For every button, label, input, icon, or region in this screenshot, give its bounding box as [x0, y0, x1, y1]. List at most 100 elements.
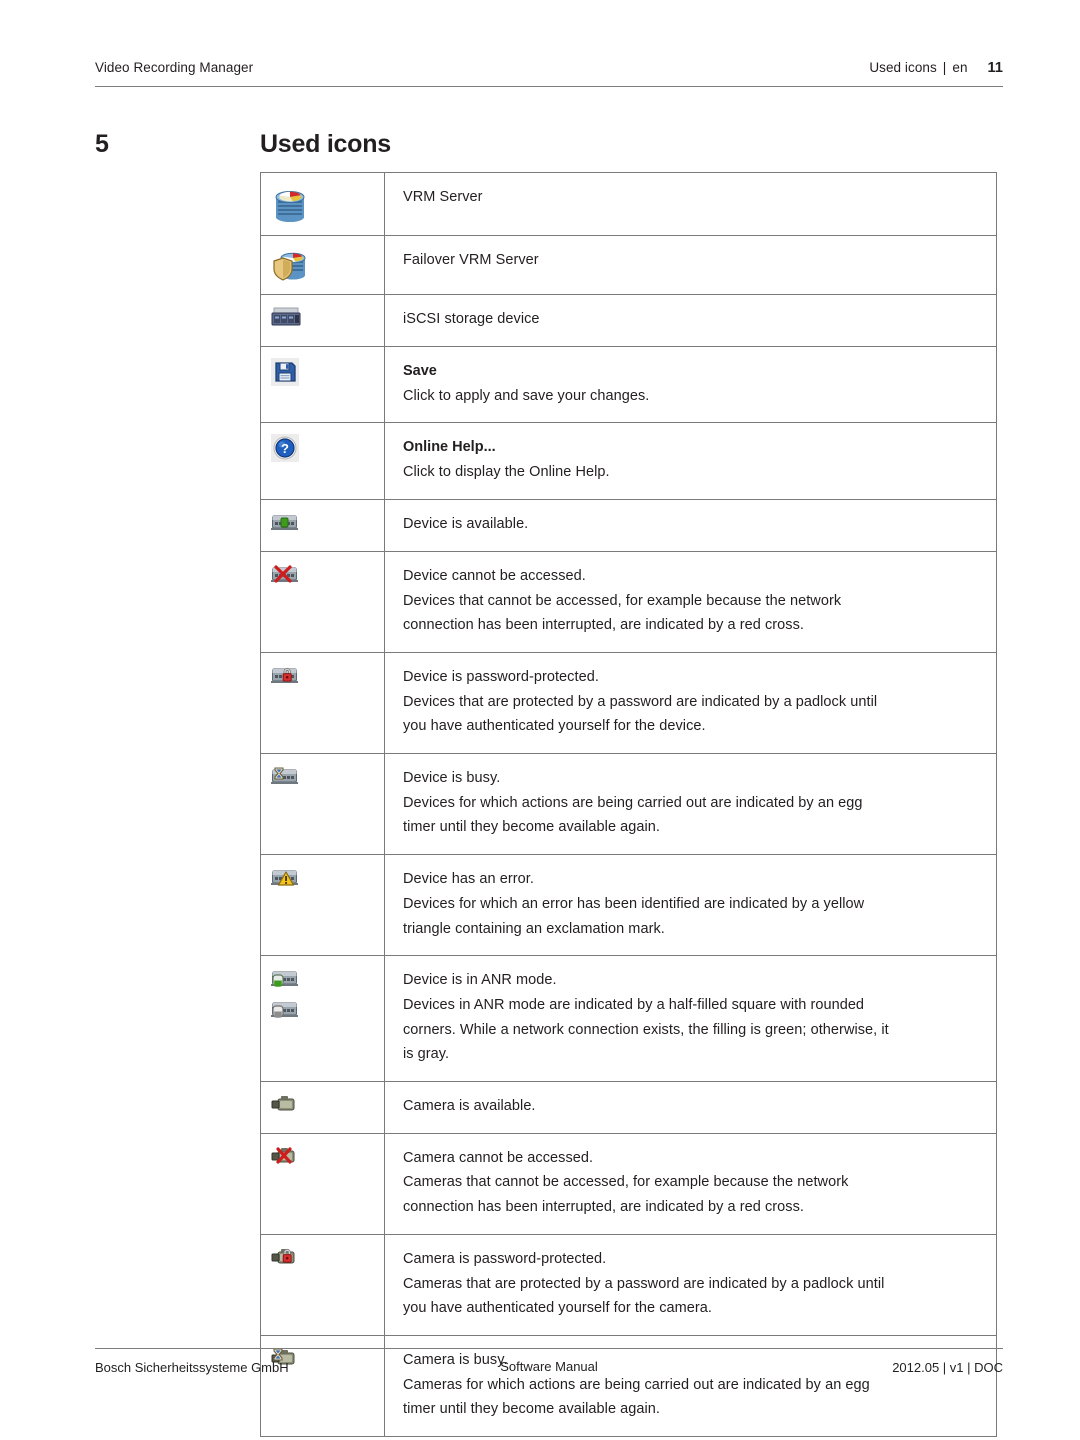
- icon-description-line: iSCSI storage device: [403, 311, 540, 327]
- footer-company: Bosch Sicherheitssysteme GmbH: [95, 1360, 289, 1375]
- icon-description-line: Devices for which actions are being carr…: [403, 794, 863, 811]
- used-icons-table-body: VRM Server Failover VRM Server iSCSI stora…: [260, 172, 997, 1438]
- table-row: Failover VRM Server: [260, 235, 997, 295]
- header-row: Video Recording Manager Used icons | en …: [95, 60, 1003, 86]
- footer-row: Bosch Sicherheitssysteme GmbH Software M…: [95, 1349, 1003, 1375]
- icon-description-line: Camera is available.: [403, 1098, 536, 1115]
- header-divider: [95, 86, 1003, 87]
- page-footer: Bosch Sicherheitssysteme GmbH Software M…: [95, 1348, 1003, 1375]
- page-title: 5 Used icons: [95, 130, 1003, 159]
- icon-description-line: Devices that are protected by a password…: [403, 693, 878, 710]
- svg-text:?: ?: [281, 442, 289, 457]
- icon-description-line: Devices for which an error has been iden…: [403, 895, 865, 912]
- icon-description-line: triangle containing an exclamation mark.: [403, 920, 665, 937]
- icon-stack: [271, 765, 384, 787]
- icon-stack: [271, 1145, 384, 1167]
- icon-description-line: connection has been interrupted, are ind…: [403, 617, 804, 634]
- icon-cell: [260, 235, 385, 295]
- icon-description-line: is gray.: [403, 1046, 450, 1063]
- icon-description-line: connection has been interrupted, are ind…: [403, 1199, 804, 1216]
- icon-description-line: corners. While a network connection exis…: [403, 1021, 889, 1038]
- description-cell: Device has an error. Devices for which an…: [384, 854, 997, 957]
- used-icons-table: VRM Server Failover VRM Server iSCSI stora…: [260, 172, 997, 1438]
- icon-cell: [260, 854, 385, 957]
- footer-version: 2012.05 | v1 | DOC: [892, 1360, 1003, 1375]
- icon-cell: [260, 499, 385, 552]
- header-language: en: [952, 60, 968, 75]
- table-row: Device is in ANR mode. Devices in ANR mod…: [260, 955, 997, 1083]
- table-row: Device is busy. Devices for which actions…: [260, 753, 997, 856]
- icon-description-line: Cameras that are protected by a password…: [403, 1275, 885, 1292]
- icon-stack: [271, 306, 384, 328]
- icon-cell: [260, 345, 385, 424]
- description-cell: Device cannot be accessed. Devices that c…: [384, 550, 997, 653]
- icon-cell: [260, 955, 385, 1083]
- icon-description-line: timer until they become available again.: [403, 1401, 661, 1418]
- description-cell: Device is available.: [384, 499, 997, 552]
- table-row: Camera is password-protected. Cameras tha…: [260, 1233, 997, 1336]
- icon-description-line: Device has an error.: [403, 871, 534, 888]
- chapter-title: Used icons: [260, 130, 391, 158]
- document-page: Video Recording Manager Used icons | en …: [0, 0, 1080, 1440]
- icon-description-line: Click to display the Online Help.: [403, 464, 610, 481]
- header-page-number: 11: [987, 60, 1003, 76]
- icon-cell: [260, 172, 385, 236]
- table-row: Device cannot be accessed. Devices that c…: [260, 550, 997, 653]
- icon-cell: [260, 294, 385, 347]
- icon-description-line: Failover VRM Server: [403, 252, 539, 268]
- icon-description-line: Camera cannot be accessed.: [403, 1149, 594, 1166]
- failover-vrm-server-icon: [271, 247, 309, 283]
- header-document-title: Video Recording Manager: [95, 60, 254, 75]
- table-row: Camera is available.: [260, 1081, 997, 1134]
- icon-description-line: Device is in ANR mode.: [403, 972, 557, 989]
- icon-description-line: Device is busy.: [403, 770, 501, 787]
- icon-term: Save: [403, 362, 437, 379]
- icon-stack: [271, 247, 384, 283]
- online-help-question-icon: ?: [271, 434, 299, 463]
- header-meta: Used icons | en 11: [869, 60, 1003, 76]
- icon-description-line: VRM Server: [403, 189, 483, 205]
- table-row: iSCSI storage device: [260, 294, 997, 347]
- description-cell: iSCSI storage device: [384, 294, 997, 347]
- device-anr-gray-icon: [271, 998, 299, 1020]
- icon-description-line: Device is available.: [403, 516, 529, 533]
- icon-description-line: Devices in ANR mode are indicated by a h…: [403, 996, 865, 1013]
- icon-cell: [260, 1132, 385, 1235]
- icon-description-line: Device is password-protected.: [403, 668, 599, 685]
- table-row: Device has an error. Devices for which an…: [260, 854, 997, 957]
- icon-stack: [271, 1246, 384, 1268]
- description-cell: Camera is available.: [384, 1081, 997, 1134]
- icon-cell: [260, 651, 385, 755]
- description-cell: Failover VRM Server: [384, 235, 997, 295]
- header-separator: |: [942, 60, 947, 75]
- icon-stack: [271, 967, 384, 1020]
- icon-description-line: Cameras that cannot be accessed, for exa…: [403, 1174, 849, 1191]
- icon-description-line: you have authenticated yourself for the …: [403, 718, 706, 735]
- table-row: VRM Server: [260, 172, 997, 236]
- description-cell: Device is in ANR mode. Devices in ANR mod…: [384, 955, 997, 1083]
- table-row: Camera cannot be accessed. Cameras that c…: [260, 1132, 997, 1235]
- icon-cell: [260, 550, 385, 653]
- icon-description-line: Device cannot be accessed.: [403, 567, 586, 584]
- device-anr-green-icon: [271, 967, 299, 989]
- vrm-server-icon: [271, 184, 309, 224]
- description-cell: Device is busy. Devices for which actions…: [384, 753, 997, 856]
- description-cell: Camera is password-protected. Cameras tha…: [384, 1233, 997, 1336]
- icon-description-line: timer until they become available again.: [403, 819, 661, 836]
- icon-cell: [260, 1233, 385, 1336]
- device-busy-icon: [271, 765, 299, 787]
- table-row: Save Click to apply and save your changes…: [260, 345, 997, 424]
- icon-stack: [271, 664, 384, 686]
- device-password-protected-icon: [271, 664, 299, 686]
- device-error-icon: [271, 866, 299, 888]
- icon-stack: [271, 1093, 384, 1115]
- icon-stack: [271, 184, 384, 224]
- description-cell: Save Click to apply and save your changes…: [384, 345, 997, 424]
- icon-description-line: Cameras for which actions are being carr…: [403, 1376, 870, 1393]
- table-row: Device is available.: [260, 499, 997, 552]
- icon-cell: ?: [260, 422, 385, 501]
- camera-password-protected-icon: [271, 1246, 299, 1268]
- icon-description-line: Click to apply and save your changes.: [403, 387, 650, 404]
- device-available-icon: [271, 511, 299, 533]
- iscsi-storage-device-icon: [271, 306, 301, 328]
